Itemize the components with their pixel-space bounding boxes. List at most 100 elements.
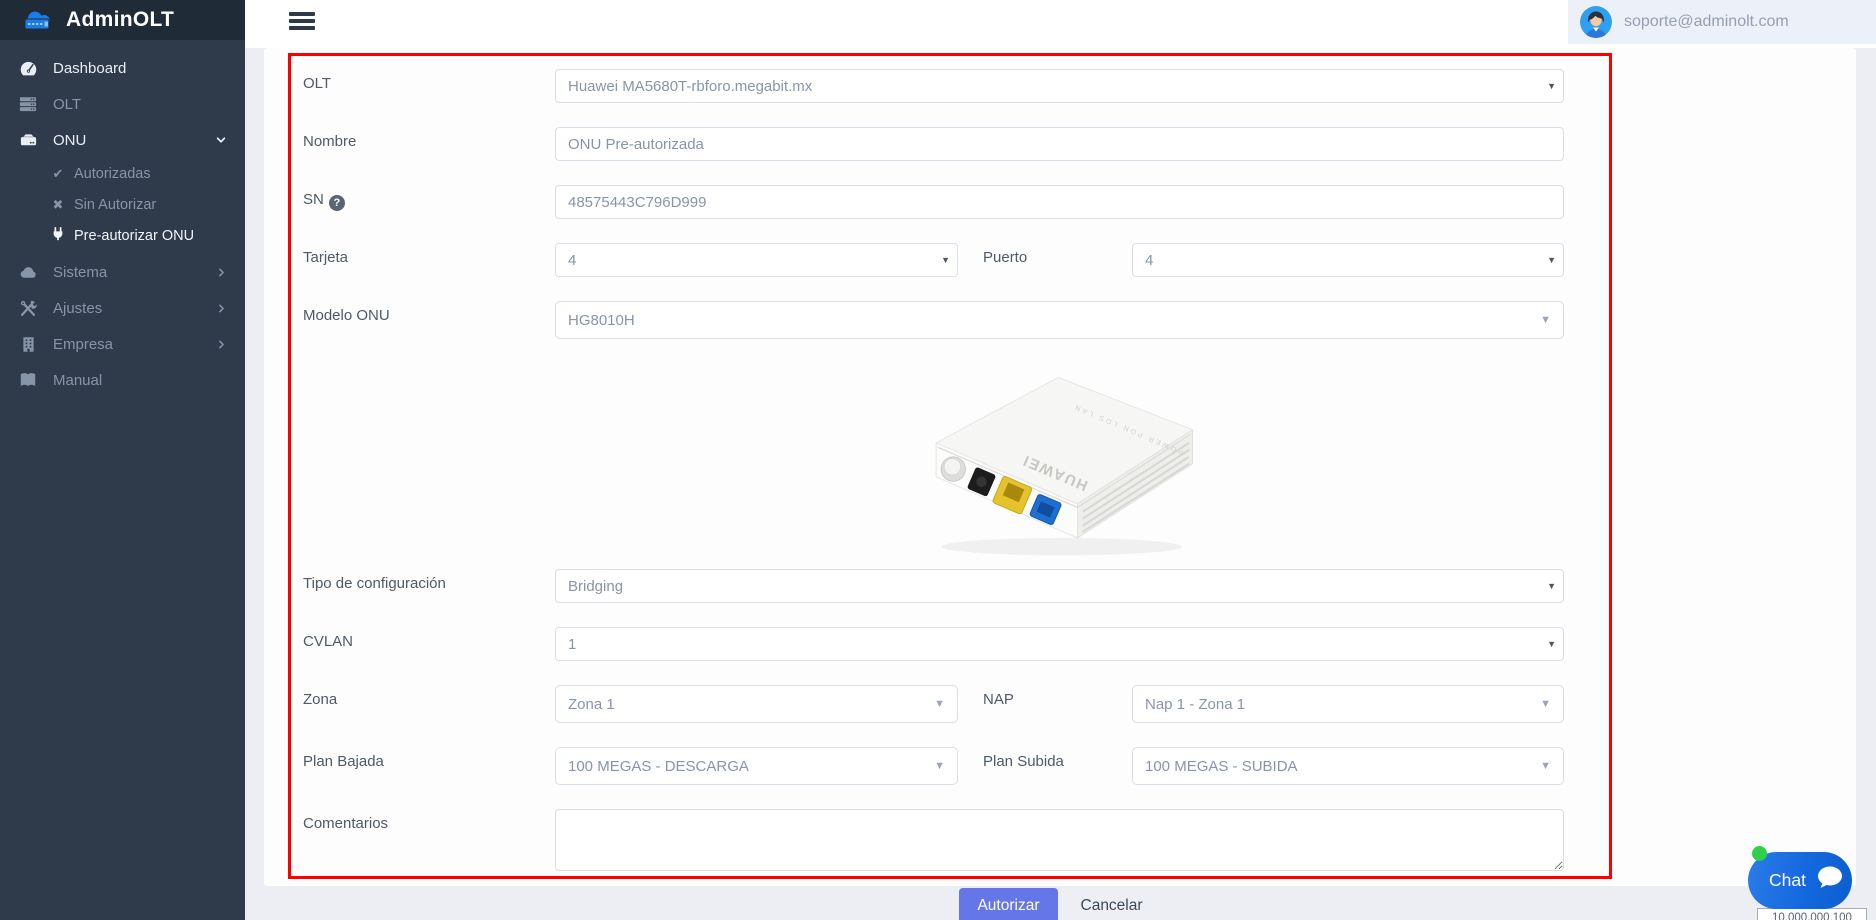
onu-product-image: HUAWEI POWER PON LOS LAN	[905, 353, 1215, 563]
form-row-product-image: HUAWEI POWER PON LOS LAN	[303, 353, 1564, 563]
form-row-tipo: Tipo de configuración Bridging ▼	[303, 569, 1564, 603]
hamburger-menu-icon[interactable]	[289, 12, 315, 34]
topbar: soporte@adminolt.com	[245, 0, 1876, 48]
puerto-label: Puerto	[958, 243, 1132, 266]
building-icon	[18, 336, 38, 353]
sidebar-item-label: Dashboard	[53, 60, 126, 77]
online-status-dot	[1752, 846, 1767, 861]
ip-tooltip: 10.000.000.100	[1757, 908, 1867, 920]
question-circle-icon[interactable]: ?	[329, 195, 345, 211]
form-row-cvlan: CVLAN 1 ▼	[303, 627, 1564, 661]
form-row-nombre: Nombre	[303, 127, 1564, 161]
caret-down-icon: ▼	[1540, 760, 1551, 772]
avatar	[1580, 6, 1612, 38]
check-icon: ✔	[50, 166, 66, 182]
olt-label: OLT	[303, 69, 555, 92]
form-row-zona-nap: Zona Zona 1 ▼ NAP Nap 1 - Zona 1 ▼	[303, 685, 1564, 723]
sidebar-item-empresa[interactable]: Empresa	[0, 326, 245, 362]
sidebar-item-label: Sin Autorizar	[74, 197, 156, 213]
chat-widget-button[interactable]: Chat	[1748, 852, 1852, 909]
plug-icon	[50, 227, 66, 244]
caret-down-icon: ▼	[1547, 581, 1556, 591]
sidebar-item-autorizadas[interactable]: ✔ Autorizadas	[0, 158, 245, 189]
sidebar-item-label: Ajustes	[53, 300, 102, 317]
sidebar: AdminOLT Dashboard OLT ONU ✔ Auto	[0, 0, 245, 920]
sidebar-item-olt[interactable]: OLT	[0, 86, 245, 122]
caret-down-icon: ▼	[1540, 698, 1551, 710]
x-icon: ✖	[50, 197, 66, 213]
comentarios-label: Comentarios	[303, 809, 555, 832]
sn-input[interactable]	[555, 185, 1564, 219]
olt-select[interactable]: Huawei MA5680T-rbforo.megabit.mx ▼	[555, 69, 1564, 103]
form-row-olt: OLT Huawei MA5680T-rbforo.megabit.mx ▼	[303, 69, 1564, 103]
tipo-label: Tipo de configuración	[303, 569, 555, 592]
book-icon	[18, 371, 38, 389]
nombre-input[interactable]	[555, 127, 1564, 161]
sidebar-menu: Dashboard OLT ONU ✔ Autorizadas ✖ Sin Au…	[0, 40, 245, 398]
plan-bajada-select[interactable]: 100 MEGAS - DESCARGA ▼	[555, 747, 958, 785]
caret-down-icon: ▼	[1547, 639, 1556, 649]
form-row-tarjeta-puerto: Tarjeta 4 ▼ Puerto 4 ▼	[303, 243, 1564, 277]
plan-subida-label: Plan Subida	[958, 747, 1132, 770]
nap-label: NAP	[958, 685, 1132, 708]
chat-label: Chat	[1769, 870, 1806, 891]
form-row-planes: Plan Bajada 100 MEGAS - DESCARGA ▼ Plan …	[303, 747, 1564, 785]
plan-subida-select[interactable]: 100 MEGAS - SUBIDA ▼	[1132, 747, 1564, 785]
logo-cloud-icon	[18, 5, 56, 36]
cvlan-select[interactable]: 1 ▼	[555, 627, 1564, 661]
tarjeta-label: Tarjeta	[303, 243, 555, 266]
modelo-label: Modelo ONU	[303, 301, 555, 324]
form-row-comentarios: Comentarios	[303, 809, 1564, 876]
plan-bajada-label: Plan Bajada	[303, 747, 555, 770]
cloud-icon	[18, 263, 38, 282]
caret-down-icon: ▼	[1540, 314, 1551, 326]
caret-down-icon: ▼	[941, 255, 950, 265]
caret-down-icon: ▼	[1547, 81, 1556, 91]
logo-text: AdminOLT	[66, 8, 174, 32]
sidebar-item-label: Sistema	[53, 264, 107, 281]
authorize-button[interactable]: Autorizar	[959, 888, 1057, 920]
sidebar-item-label: Pre-autorizar ONU	[74, 228, 194, 244]
sidebar-item-dashboard[interactable]: Dashboard	[0, 50, 245, 86]
user-email: soporte@adminolt.com	[1624, 13, 1789, 31]
tipo-configuracion-select[interactable]: Bridging ▼	[555, 569, 1564, 603]
sidebar-logo[interactable]: AdminOLT	[0, 0, 245, 40]
sidebar-item-manual[interactable]: Manual	[0, 362, 245, 398]
form-row-sn: SN?	[303, 185, 1564, 219]
sn-label: SN	[303, 191, 324, 208]
zona-label: Zona	[303, 685, 555, 708]
modelo-select[interactable]: HG8010H ▼	[555, 301, 1564, 339]
nombre-label: Nombre	[303, 127, 555, 150]
chevron-right-icon	[216, 339, 227, 350]
sidebar-item-label: Empresa	[53, 336, 113, 353]
user-menu[interactable]: soporte@adminolt.com	[1568, 0, 1876, 44]
chevron-right-icon	[216, 267, 227, 278]
cvlan-label: CVLAN	[303, 627, 555, 650]
sidebar-item-pre-autorizar-onu[interactable]: Pre-autorizar ONU	[0, 220, 245, 251]
sidebar-item-label: Autorizadas	[74, 166, 151, 182]
pre-authorize-form-highlight: OLT Huawei MA5680T-rbforo.megabit.mx ▼ N…	[288, 53, 1612, 879]
tarjeta-select[interactable]: 4 ▼	[555, 243, 958, 277]
cancel-button[interactable]: Cancelar	[1063, 888, 1161, 920]
tachometer-icon	[18, 59, 38, 78]
chat-bubble-icon	[1815, 865, 1845, 896]
device-icon	[18, 131, 38, 150]
chevron-right-icon	[216, 303, 227, 314]
puerto-select[interactable]: 4 ▼	[1132, 243, 1564, 277]
tools-icon	[18, 299, 38, 317]
sidebar-item-label: OLT	[53, 96, 81, 113]
server-icon	[18, 95, 38, 113]
sidebar-item-sin-autorizar[interactable]: ✖ Sin Autorizar	[0, 189, 245, 220]
comentarios-textarea[interactable]	[555, 809, 1564, 871]
nap-select[interactable]: Nap 1 - Zona 1 ▼	[1132, 685, 1564, 723]
caret-down-icon: ▼	[934, 698, 945, 710]
sidebar-item-sistema[interactable]: Sistema	[0, 254, 245, 290]
sidebar-item-label: ONU	[53, 132, 86, 149]
sidebar-item-ajustes[interactable]: Ajustes	[0, 290, 245, 326]
sidebar-item-onu[interactable]: ONU	[0, 122, 245, 158]
caret-down-icon: ▼	[1547, 255, 1556, 265]
zona-select[interactable]: Zona 1 ▼	[555, 685, 958, 723]
caret-down-icon: ▼	[934, 760, 945, 772]
chevron-down-icon	[215, 134, 227, 146]
form-actions: Autorizar Cancelar	[264, 888, 1856, 920]
